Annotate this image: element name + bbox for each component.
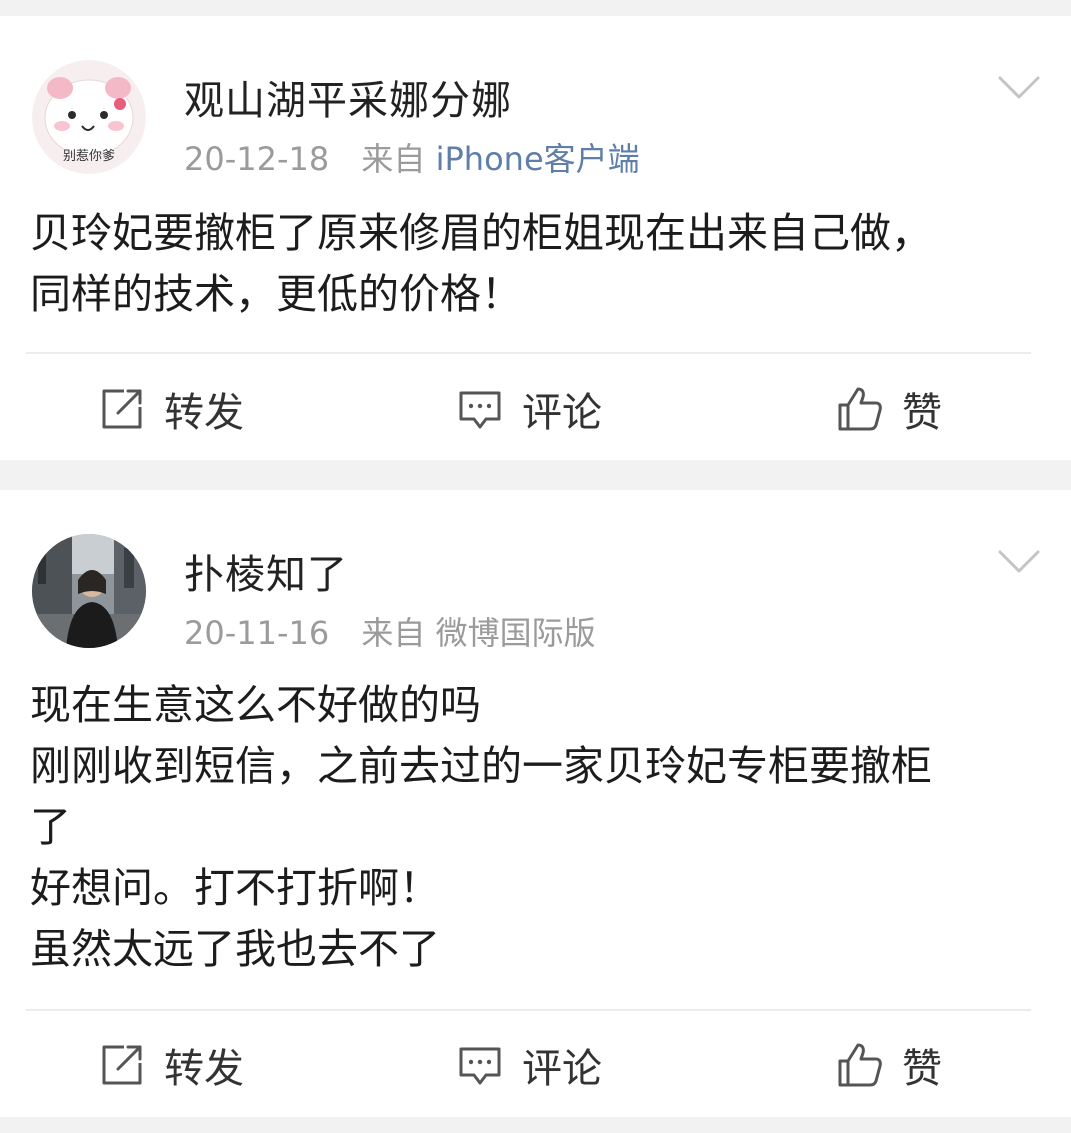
repost-button[interactable]: 转发 xyxy=(98,364,244,454)
content-line: 同样的技术，更低的价格！ xyxy=(30,270,522,318)
content-line: 虽然太远了我也去不了 xyxy=(30,925,440,973)
avatar-caption: 别惹你爹 xyxy=(63,149,115,164)
avatar[interactable] xyxy=(32,534,146,648)
comment-button[interactable]: 评论 xyxy=(456,364,602,454)
source-prefix: 来自 xyxy=(361,614,426,652)
content-line: 贝玲妃要撤柜了原来修眉的柜姐现在出来自己做， xyxy=(30,209,932,257)
content-line: 了 xyxy=(30,803,71,851)
repost-label: 转发 xyxy=(164,390,244,436)
post-date: 20-12-18 xyxy=(184,140,330,178)
thumbs-up-icon xyxy=(838,1043,882,1087)
source-client-link[interactable]: 微博国际版 xyxy=(436,614,596,652)
action-bar: 转发 评论 赞 xyxy=(0,364,1071,454)
divider xyxy=(26,352,1031,354)
avatar-cartoon-image: 别惹你爹 xyxy=(32,60,146,174)
repost-icon xyxy=(102,1045,142,1085)
like-label: 赞 xyxy=(902,390,942,436)
repost-label: 转发 xyxy=(164,1046,244,1092)
source-prefix: 来自 xyxy=(361,140,426,178)
thumbs-up-icon xyxy=(838,387,882,431)
comment-icon xyxy=(459,391,501,429)
post-content: 贝玲妃要撤柜了原来修眉的柜姐现在出来自己做， 同样的技术，更低的价格！ xyxy=(30,203,1041,325)
post-content: 现在生意这么不好做的吗 刚刚收到短信，之前去过的一家贝玲妃专柜要撤柜 了 好想问… xyxy=(30,675,1041,980)
like-button[interactable]: 赞 xyxy=(836,1020,942,1110)
comment-label: 评论 xyxy=(522,1046,602,1092)
avatar[interactable]: 别惹你爹 xyxy=(32,60,146,174)
post-card[interactable]: 扑棱知了 20-11-16 来自 微博国际版 现在生意这么不好做的吗 刚刚收到短… xyxy=(0,490,1071,1117)
comment-icon xyxy=(459,1047,501,1085)
content-line: 好想问。打不打折啊！ xyxy=(30,864,440,912)
post-card[interactable]: 别惹你爹 观山湖平采娜分娜 20-12-18 来自 iPhone客户端 贝玲妃要… xyxy=(0,16,1071,460)
username[interactable]: 观山湖平采娜分娜 xyxy=(184,68,512,126)
action-bar: 转发 评论 赞 xyxy=(0,1020,1071,1110)
divider xyxy=(26,1009,1031,1011)
post-meta: 20-12-18 来自 iPhone客户端 xyxy=(184,134,640,180)
repost-button[interactable]: 转发 xyxy=(98,1020,244,1110)
like-button[interactable]: 赞 xyxy=(836,364,942,454)
source-client-link[interactable]: iPhone客户端 xyxy=(436,140,640,178)
username[interactable]: 扑棱知了 xyxy=(184,542,348,600)
post-meta: 20-11-16 来自 微博国际版 xyxy=(184,608,596,654)
like-label: 赞 xyxy=(902,1046,942,1092)
chevron-down-icon[interactable] xyxy=(997,548,1041,576)
comment-label: 评论 xyxy=(522,390,602,436)
content-line: 现在生意这么不好做的吗 xyxy=(30,681,481,729)
avatar-photo-image xyxy=(32,534,146,648)
weibo-feed: 别惹你爹 观山湖平采娜分娜 20-12-18 来自 iPhone客户端 贝玲妃要… xyxy=(0,0,1071,1133)
chevron-down-icon[interactable] xyxy=(997,74,1041,102)
content-line: 刚刚收到短信，之前去过的一家贝玲妃专柜要撤柜 xyxy=(30,742,932,790)
repost-icon xyxy=(102,389,142,429)
comment-button[interactable]: 评论 xyxy=(456,1020,602,1110)
post-date: 20-11-16 xyxy=(184,614,330,652)
